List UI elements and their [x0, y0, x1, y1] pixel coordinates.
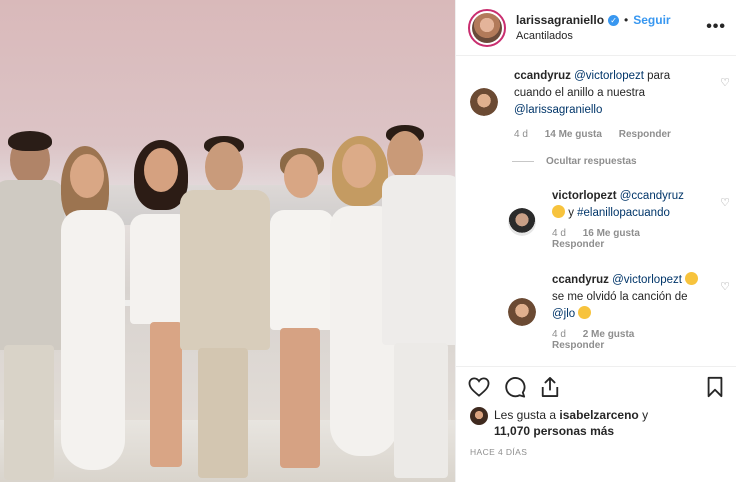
reply-text: ccandyruz @victorlopezt se me olvidó la … — [552, 272, 712, 323]
liker-username[interactable]: isabelzarceno — [559, 408, 638, 422]
person-4 — [178, 136, 273, 482]
reply-button[interactable]: Responder — [552, 340, 604, 351]
reply-button[interactable]: Responder — [619, 129, 671, 140]
reply-text: victorlopezt @ccandyruz y #elanillopacua… — [552, 188, 712, 222]
comment-heart-icon[interactable]: ♡ — [720, 76, 730, 89]
comment-icon[interactable] — [504, 376, 526, 398]
comment-mention[interactable]: @victorlopezt — [574, 70, 644, 82]
comment-time[interactable]: 4 d — [514, 129, 528, 140]
hide-replies-label: Ocultar respuestas — [546, 156, 637, 167]
post-header: larissagraniello ✓ • Seguir Acantilados … — [456, 0, 736, 56]
reply-button[interactable]: Responder — [552, 239, 604, 250]
comment-meta: 4 d 14 Me gusta Responder — [514, 129, 704, 140]
hide-replies-button[interactable]: Ocultar respuestas — [512, 156, 637, 167]
post-photo[interactable] — [0, 0, 455, 482]
bookmark-icon[interactable] — [706, 376, 724, 398]
reply-likes[interactable]: 16 Me gusta — [583, 228, 640, 239]
liker-avatar[interactable] — [470, 407, 488, 425]
likes-text: Les gusta a isabelzarceno y 11,070 perso… — [494, 407, 648, 439]
comments-list: ccandyruz @victorlopezt para cuando el a… — [456, 56, 736, 366]
likes-prefix: Les gusta a — [494, 408, 560, 422]
header-text: larissagraniello ✓ • Seguir Acantilados — [516, 13, 671, 42]
comment-text: ccandyruz @victorlopezt para cuando el a… — [514, 68, 704, 119]
emoji-icon — [685, 272, 699, 285]
comment-username[interactable]: ccandyruz — [514, 70, 571, 82]
author-avatar[interactable] — [468, 8, 506, 47]
follow-button[interactable]: Seguir — [633, 13, 670, 27]
verified-icon: ✓ — [608, 14, 620, 26]
header-line: larissagraniello ✓ • Seguir — [516, 13, 671, 27]
reply-heart-icon[interactable]: ♡ — [720, 196, 730, 209]
commenter-avatar[interactable] — [508, 298, 536, 326]
reply-body: y — [565, 207, 578, 219]
reply-time[interactable]: 4 d — [552, 228, 566, 239]
post-timestamp[interactable]: HACE 4 DÍAS — [456, 447, 736, 457]
share-icon[interactable] — [540, 376, 560, 398]
heart-icon[interactable] — [468, 377, 490, 397]
likes-count[interactable]: 11,070 personas más — [494, 424, 614, 438]
reply-meta: 4 d 16 Me gusta Responder — [552, 228, 712, 250]
action-icons — [456, 367, 736, 407]
reply-hashtag[interactable]: #elanillopacuando — [577, 207, 670, 219]
reply: ccandyruz @victorlopezt se me olvidó la … — [508, 272, 723, 351]
divider-line — [512, 161, 534, 162]
reply-mention[interactable]: @jlo — [552, 308, 575, 320]
comment-likes[interactable]: 14 Me gusta — [545, 129, 602, 140]
instagram-post: larissagraniello ✓ • Seguir Acantilados … — [0, 0, 736, 482]
reply-mention[interactable]: @victorlopezt — [612, 274, 682, 286]
location-link[interactable]: Acantilados — [516, 30, 671, 42]
more-options-icon[interactable]: ••• — [706, 18, 726, 36]
person-7 — [382, 125, 455, 482]
reply-username[interactable]: victorlopezt — [552, 190, 617, 202]
reply-likes[interactable]: 2 Me gusta — [583, 329, 635, 340]
comment-mention[interactable]: @larissagraniello — [514, 104, 602, 116]
separator-dot: • — [624, 13, 629, 27]
post-actions: Les gusta a isabelzarceno y 11,070 perso… — [456, 366, 736, 482]
likes-mid: y — [638, 408, 649, 422]
reply-time[interactable]: 4 d — [552, 329, 566, 340]
author-username[interactable]: larissagraniello — [516, 13, 604, 27]
emoji-icon — [552, 205, 565, 218]
comment: ccandyruz @victorlopezt para cuando el a… — [470, 68, 725, 140]
reply-mention[interactable]: @ccandyruz — [620, 190, 684, 202]
post-side-panel: larissagraniello ✓ • Seguir Acantilados … — [455, 0, 736, 482]
reply-body: se me olvidó la canción de — [552, 291, 688, 303]
likes-summary: Les gusta a isabelzarceno y 11,070 perso… — [456, 407, 736, 439]
emoji-icon — [578, 306, 592, 319]
commenter-avatar[interactable] — [470, 88, 498, 116]
commenter-avatar[interactable] — [508, 208, 536, 236]
reply-username[interactable]: ccandyruz — [552, 274, 609, 286]
reply-meta: 4 d 2 Me gusta Responder — [552, 329, 712, 351]
reply-heart-icon[interactable]: ♡ — [720, 280, 730, 293]
reply: victorlopezt @ccandyruz y #elanillopacua… — [508, 188, 723, 250]
